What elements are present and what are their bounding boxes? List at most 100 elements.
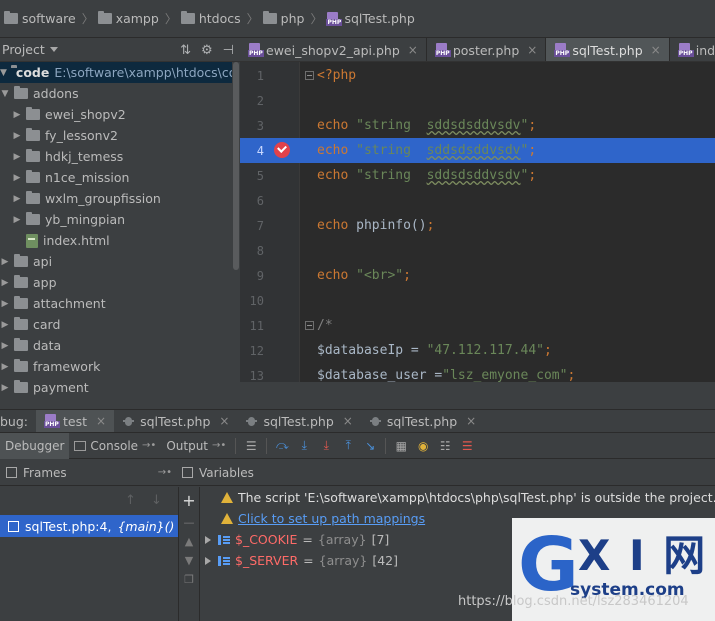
line-number[interactable]: 8: [240, 244, 264, 258]
tab-sqltest[interactable]: PHP sqlTest.php ×: [546, 38, 670, 61]
fold-toggle-icon[interactable]: [305, 321, 314, 330]
debug-tab-sqltest[interactable]: sqlTest.php ×: [361, 410, 484, 432]
collapse-arrow-icon[interactable]: ▶: [0, 362, 10, 372]
close-icon[interactable]: ×: [651, 43, 661, 57]
close-icon[interactable]: ×: [343, 414, 353, 428]
tab-console[interactable]: Console →•: [69, 433, 161, 459]
collapse-arrow-icon[interactable]: ▶: [0, 320, 10, 330]
tree-item-folder[interactable]: ▶ hdkj_temess: [0, 146, 232, 167]
collapse-arrow-icon[interactable]: ▶: [0, 278, 10, 288]
close-icon[interactable]: ×: [466, 414, 476, 428]
tree-item-folder[interactable]: ▶ yb_mingpian: [0, 209, 232, 230]
frames-list-icon[interactable]: ☷: [434, 435, 456, 457]
tree-item-folder[interactable]: ▶ ewei_shopv2: [0, 104, 232, 125]
code-editor[interactable]: 1 <?php 2 3 echo "string sddsdsddvsdv"; 4 echo…: [240, 62, 715, 382]
arrow-up-icon[interactable]: ↑: [125, 493, 136, 508]
show-execution-point-icon[interactable]: ☰: [240, 435, 262, 457]
pin-icon[interactable]: →•: [158, 467, 172, 478]
force-step-into-icon[interactable]: ⤓: [315, 435, 337, 457]
debug-tab-test[interactable]: PHP test ×: [36, 410, 115, 432]
tree-item-folder[interactable]: ▶ n1ce_mission: [0, 167, 232, 188]
tree-item-folder[interactable]: ▶ attachment: [0, 293, 232, 314]
tab-output[interactable]: Output →•: [161, 433, 231, 459]
line-number[interactable]: 13: [240, 369, 264, 383]
code-line[interactable]: 8: [240, 238, 715, 263]
line-number[interactable]: 4: [240, 144, 264, 158]
collapse-arrow-icon[interactable]: ▶: [12, 194, 22, 204]
expand-arrow-icon[interactable]: ▼: [0, 89, 10, 99]
breadcrumb-item[interactable]: software: [4, 11, 76, 26]
move-up-icon[interactable]: ▲: [185, 535, 193, 548]
tree-item-folder[interactable]: ▶ app: [0, 272, 232, 293]
collapse-arrow-icon[interactable]: ▶: [12, 152, 22, 162]
copy-icon[interactable]: ❐: [184, 573, 194, 586]
line-number[interactable]: 2: [240, 94, 264, 108]
tree-scrollbar[interactable]: [232, 62, 240, 410]
code-line[interactable]: 5 echo "string sddsdsddvsdv";: [240, 163, 715, 188]
tree-item-root[interactable]: ▼ code E:\software\xampp\htdocs\code: [0, 62, 232, 83]
collapse-arrow-icon[interactable]: ▶: [12, 215, 22, 225]
fold-toggle-icon[interactable]: [305, 71, 314, 80]
move-down-icon[interactable]: ▼: [185, 554, 193, 567]
code-line[interactable]: 1 <?php: [240, 63, 715, 88]
line-number[interactable]: 5: [240, 169, 264, 183]
close-icon[interactable]: ×: [219, 414, 229, 428]
code-line[interactable]: 7 echo phpinfo();: [240, 213, 715, 238]
tree-item-folder[interactable]: ▼ addons: [0, 83, 232, 104]
run-to-cursor-icon[interactable]: ↘: [359, 435, 381, 457]
collapse-arrow-icon[interactable]: ▶: [0, 257, 10, 267]
evaluate-expression-icon[interactable]: ▦: [390, 435, 412, 457]
collapse-arrow-icon[interactable]: ▶: [0, 299, 10, 309]
step-over-icon[interactable]: ⤼: [271, 435, 293, 457]
code-line[interactable]: 11 /*: [240, 313, 715, 338]
debug-tab-sqltest[interactable]: sqlTest.php ×: [237, 410, 360, 432]
collapse-all-icon[interactable]: ⇅: [180, 43, 191, 58]
expand-arrow-icon[interactable]: [205, 556, 211, 565]
watch-icon[interactable]: ◉: [412, 435, 434, 457]
code-line[interactable]: 12 $databaseIp = "47.112.117.44";: [240, 338, 715, 363]
collapse-arrow-icon[interactable]: ▶: [12, 131, 22, 141]
close-icon[interactable]: ×: [408, 43, 418, 57]
gear-icon[interactable]: ⚙: [201, 43, 213, 58]
minus-icon[interactable]: —: [184, 516, 195, 529]
breadcrumb-item[interactable]: htdocs: [180, 11, 241, 26]
line-number[interactable]: 9: [240, 269, 264, 283]
code-line[interactable]: 2: [240, 88, 715, 113]
close-icon[interactable]: ×: [527, 43, 537, 57]
expand-arrow-icon[interactable]: [205, 535, 211, 544]
collapse-arrow-icon[interactable]: ▶: [0, 383, 10, 393]
tree-item-folder[interactable]: ▶ card: [0, 314, 232, 335]
line-number[interactable]: 6: [240, 194, 264, 208]
close-icon[interactable]: ×: [96, 414, 106, 428]
line-number[interactable]: 3: [240, 119, 264, 133]
tab-ewei-shopv2-api[interactable]: PHP ewei_shopv2_api.php ×: [240, 38, 427, 61]
debug-tab-sqltest[interactable]: sqlTest.php ×: [114, 410, 237, 432]
tab-index[interactable]: PHP index.php: [670, 38, 715, 61]
scrollbar-thumb[interactable]: [233, 62, 239, 270]
project-view-selector[interactable]: Project: [2, 42, 45, 57]
code-line[interactable]: 13 $database_user ="lsz_emyone_com";: [240, 363, 715, 382]
tree-item-folder[interactable]: ▶ api: [0, 251, 232, 272]
tree-item-file[interactable]: index.html: [0, 230, 232, 251]
breadcrumb-item[interactable]: PHP sqlTest.php: [326, 11, 415, 26]
breakpoint-icon[interactable]: [274, 142, 290, 158]
collapse-arrow-icon[interactable]: ▶: [0, 341, 10, 351]
arrow-down-icon[interactable]: ↓: [151, 493, 162, 508]
tab-poster[interactable]: PHP poster.php ×: [427, 38, 547, 61]
step-into-icon[interactable]: ⤓: [293, 435, 315, 457]
tree-item-folder[interactable]: ▶ payment: [0, 377, 232, 398]
breadcrumb-item[interactable]: xampp: [97, 11, 159, 26]
frame-item[interactable]: sqlTest.php:4, {main}(): [0, 515, 178, 537]
code-line[interactable]: 3 echo "string sddsdsddvsdv";: [240, 113, 715, 138]
expand-arrow-icon[interactable]: ▼: [0, 68, 7, 78]
code-line[interactable]: 9 echo "<br>";: [240, 263, 715, 288]
chevron-down-icon[interactable]: [49, 47, 58, 52]
code-line[interactable]: 6: [240, 188, 715, 213]
line-number[interactable]: 10: [240, 294, 264, 308]
setup-path-mappings-link[interactable]: Click to set up path mappings: [238, 511, 425, 526]
collapse-arrow-icon[interactable]: ▶: [12, 173, 22, 183]
tab-debugger[interactable]: Debugger: [0, 432, 70, 459]
tree-item-folder[interactable]: ▶ fy_lessonv2: [0, 125, 232, 146]
line-number[interactable]: 12: [240, 344, 264, 358]
tree-item-folder[interactable]: ▶ framework: [0, 356, 232, 377]
